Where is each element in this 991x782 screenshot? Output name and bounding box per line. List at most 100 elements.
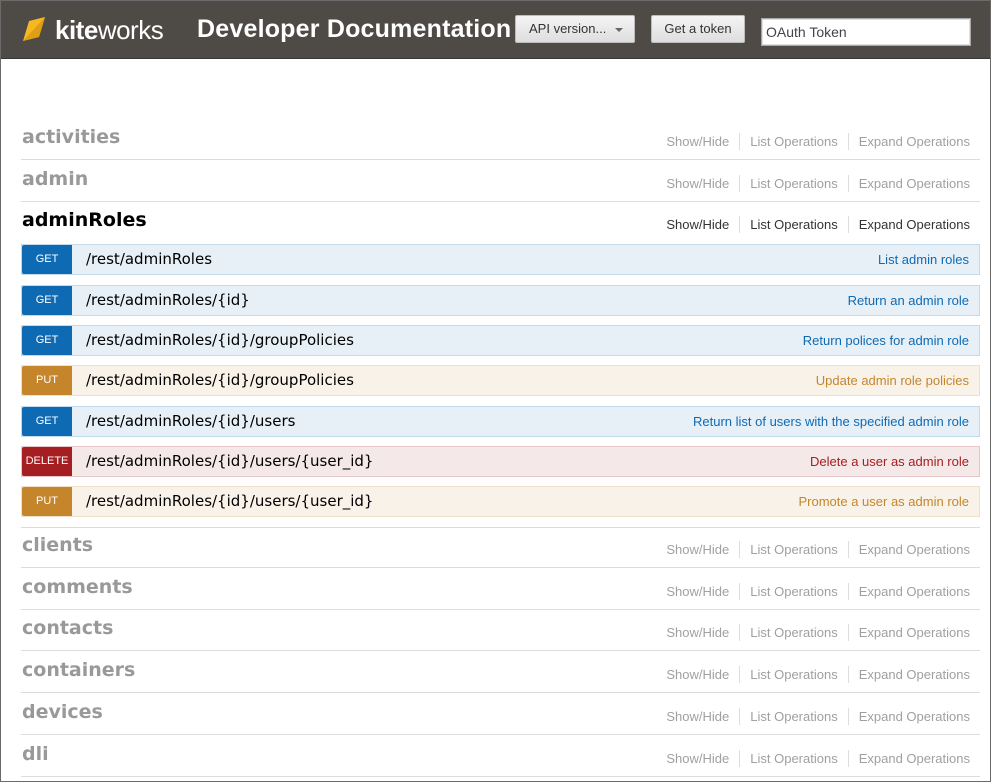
resource-operations: Show/Hide List Operations Expand Operation… [666, 624, 970, 641]
expand-operations-link[interactable]: Expand Operations [859, 134, 970, 149]
page-title: Developer Documentation [197, 15, 512, 43]
list-operations-link[interactable]: List Operations [750, 751, 837, 766]
divider [847, 541, 849, 558]
http-method-badge: PUT [22, 366, 72, 395]
resource-adminRoles: adminRoles Show/Hide List Operations Expand… [21, 202, 980, 243]
expand-operations-link[interactable]: Expand Operations [859, 176, 970, 191]
list-operations-link[interactable]: List Operations [750, 667, 837, 682]
list-operations-link[interactable]: List Operations [750, 217, 837, 232]
endpoint-row[interactable]: GET/rest/adminRoles/{id}/users Return lis… [21, 406, 980, 437]
show-hide-link[interactable]: Show/Hide [666, 584, 729, 599]
resource-operations: Show/Hide List Operations Expand Operation… [666, 175, 970, 192]
divider [739, 583, 741, 600]
expand-operations-link[interactable]: Expand Operations [859, 584, 970, 599]
resource-name[interactable]: clients [22, 534, 93, 556]
resource-heading: clients Show/Hide List Operations Expand Op… [21, 527, 980, 568]
logo-wordmark: kiteworks [55, 14, 164, 46]
divider [847, 175, 849, 192]
expand-operations-link[interactable]: Expand Operations [859, 217, 970, 232]
endpoint-path[interactable]: /rest/adminRoles/{id}/groupPolicies [86, 331, 354, 349]
divider [847, 583, 849, 600]
endpoint-summary[interactable]: List admin roles [878, 252, 969, 267]
resource-name[interactable]: comments [22, 576, 133, 598]
endpoint-summary[interactable]: Promote a user as admin role [798, 494, 969, 509]
resource-heading: contacts Show/Hide List Operations Expand O… [21, 610, 980, 651]
divider [847, 708, 849, 725]
get-token-button[interactable]: Get a token [651, 15, 745, 43]
list-operations-link[interactable]: List Operations [750, 542, 837, 557]
expand-operations-link[interactable]: Expand Operations [859, 709, 970, 724]
expand-operations-link[interactable]: Expand Operations [859, 667, 970, 682]
logo-wordmark-rest: works [97, 14, 164, 45]
resource-operations: Show/Hide List Operations Expand Operation… [666, 583, 970, 600]
show-hide-link[interactable]: Show/Hide [666, 542, 729, 557]
show-hide-link[interactable]: Show/Hide [666, 217, 729, 232]
divider [847, 750, 849, 767]
endpoint-summary[interactable]: Update admin role policies [816, 373, 969, 388]
expand-operations-link[interactable]: Expand Operations [859, 625, 970, 640]
resource-heading: admin Show/Hide List Operations Expand Oper… [21, 161, 980, 202]
top-header: kiteworks Developer Documentation API ve… [1, 1, 990, 59]
api-version-select[interactable]: API version... [515, 15, 635, 43]
endpoint-row[interactable]: GET/rest/adminRoles/{id}/groupPolicies Re… [21, 325, 980, 356]
resource-activities: activities Show/Hide List Operations Expand… [21, 119, 980, 160]
resource-contacts: contacts Show/Hide List Operations Expand O… [21, 610, 980, 651]
chevron-down-icon [615, 28, 623, 32]
list-operations-link[interactable]: List Operations [750, 625, 837, 640]
divider [847, 666, 849, 683]
resource-operations: Show/Hide List Operations Expand Operation… [666, 216, 970, 233]
resource-name[interactable]: dli [22, 743, 49, 765]
endpoint-row[interactable]: PUT/rest/adminRoles/{id}/groupPolicies Up… [21, 365, 980, 396]
divider [739, 708, 741, 725]
resource-name[interactable]: adminRoles [22, 209, 147, 231]
resource-heading: comments Show/Hide List Operations Expand O… [21, 569, 980, 610]
resource-operations: Show/Hide List Operations Expand Operation… [666, 541, 970, 558]
kite-logo-icon [23, 17, 45, 41]
endpoint-row[interactable]: PUT/rest/adminRoles/{id}/users/{user_id}… [21, 486, 980, 517]
api-version-label: API version... [529, 21, 607, 36]
divider [739, 175, 741, 192]
show-hide-link[interactable]: Show/Hide [666, 667, 729, 682]
show-hide-link[interactable]: Show/Hide [666, 625, 729, 640]
divider [739, 750, 741, 767]
divider [21, 527, 980, 528]
endpoint-summary[interactable]: Return an admin role [848, 293, 969, 308]
resource-name[interactable]: contacts [22, 617, 113, 639]
show-hide-link[interactable]: Show/Hide [666, 134, 729, 149]
show-hide-link[interactable]: Show/Hide [666, 709, 729, 724]
endpoint-summary[interactable]: Delete a user as admin role [810, 454, 969, 469]
endpoint-path[interactable]: /rest/adminRoles/{id}/users [86, 412, 295, 430]
list-operations-link[interactable]: List Operations [750, 709, 837, 724]
kiteworks-logo[interactable]: kiteworks [19, 14, 164, 46]
divider [739, 133, 741, 150]
list-operations-link[interactable]: List Operations [750, 584, 837, 599]
resource-name[interactable]: admin [22, 168, 88, 190]
resource-heading: activities Show/Hide List Operations Expand… [21, 119, 980, 160]
resource-heading: containers Show/Hide List Operations Expand… [21, 652, 980, 693]
show-hide-link[interactable]: Show/Hide [666, 176, 729, 191]
resource-operations: Show/Hide List Operations Expand Operation… [666, 750, 970, 767]
expand-operations-link[interactable]: Expand Operations [859, 542, 970, 557]
divider [847, 216, 849, 233]
divider [739, 666, 741, 683]
endpoint-summary[interactable]: Return list of users with the specified … [693, 414, 969, 429]
list-operations-link[interactable]: List Operations [750, 176, 837, 191]
endpoint-path[interactable]: /rest/adminRoles/{id} [86, 291, 250, 309]
endpoint-path[interactable]: /rest/adminRoles/{id}/users/{user_id} [86, 452, 373, 470]
endpoint-row[interactable]: GET/rest/adminRoles List admin roles [21, 244, 980, 275]
endpoint-path[interactable]: /rest/adminRoles/{id}/users/{user_id} [86, 492, 373, 510]
resource-name[interactable]: containers [22, 659, 135, 681]
resource-name[interactable]: devices [22, 701, 103, 723]
expand-operations-link[interactable]: Expand Operations [859, 751, 970, 766]
list-operations-link[interactable]: List Operations [750, 134, 837, 149]
endpoint-path[interactable]: /rest/adminRoles/{id}/groupPolicies [86, 371, 354, 389]
oauth-token-input[interactable]: OAuth Token [761, 18, 971, 46]
resource-heading: devices Show/Hide List Operations Expand Op… [21, 694, 980, 735]
endpoint-summary[interactable]: Return polices for admin role [803, 333, 969, 348]
endpoint-row[interactable]: GET/rest/adminRoles/{id} Return an admin … [21, 285, 980, 316]
endpoint-path[interactable]: /rest/adminRoles [86, 250, 212, 268]
endpoint-row[interactable]: DELETE/rest/adminRoles/{id}/users/{user_… [21, 446, 980, 477]
show-hide-link[interactable]: Show/Hide [666, 751, 729, 766]
app-window: kiteworks Developer Documentation API ve… [0, 0, 991, 782]
resource-name[interactable]: activities [22, 126, 120, 148]
